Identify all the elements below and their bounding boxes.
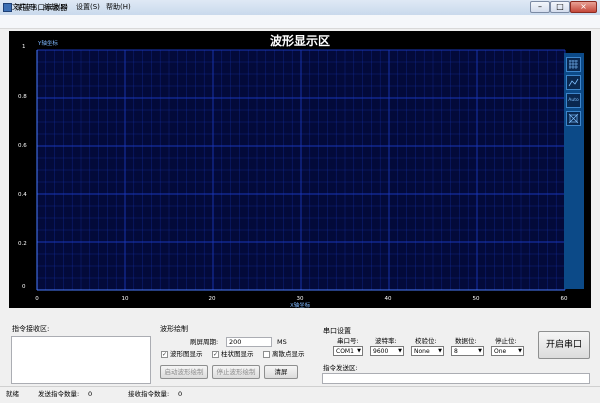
data-bits-label: 数据位: [455, 337, 477, 345]
wave-checkbox-label: 波形图显示 [170, 350, 203, 358]
chevron-down-icon: ▼ [518, 348, 522, 354]
port-select[interactable]: COM1 ▼ [333, 346, 363, 356]
stop-plot-button[interactable]: 停止波形绘制 [212, 365, 260, 379]
status-ready: 就绪 [6, 390, 19, 398]
close-button[interactable]: × [570, 1, 597, 13]
recv-count-label: 接收指令数量: [128, 390, 170, 398]
stop-bits-select[interactable]: One ▼ [491, 346, 524, 356]
discrete-checkbox[interactable] [263, 351, 270, 358]
waveform-group-label: 波形绘制 [160, 325, 188, 333]
menu-bar [0, 15, 600, 29]
data-bits-select[interactable]: 8 ▼ [451, 346, 484, 356]
baud-value: 9600 [373, 348, 389, 355]
y-tick-label: 0.6 [18, 143, 27, 149]
y-tick-label: 0.4 [18, 192, 27, 198]
parity-select[interactable]: None ▼ [411, 346, 444, 356]
baud-label: 波特率: [375, 337, 397, 345]
sent-count-value: 0 [88, 390, 93, 398]
bar-checkbox-label: 柱状图显示 [221, 350, 254, 358]
y-axis-name: Y轴坐标 [38, 41, 58, 47]
refresh-unit: MS [277, 338, 287, 346]
pattern-icon[interactable] [566, 111, 581, 126]
port-label: 串口号: [337, 337, 359, 345]
wave-checkbox[interactable]: ✓ [161, 351, 168, 358]
data-bits-value: 8 [454, 348, 458, 355]
maximize-button[interactable]: □ [550, 1, 570, 13]
chevron-down-icon: ▼ [438, 348, 442, 354]
recv-count-value: 0 [178, 390, 183, 398]
x-tick-label: 30 [296, 296, 304, 302]
start-plot-button[interactable]: 启动波形绘制 [160, 365, 208, 379]
x-tick-label: 10 [121, 296, 129, 302]
receive-label: 指令接收区: [12, 325, 50, 333]
clear-screen-button[interactable]: 清屏 [264, 365, 298, 379]
stop-bits-value: One [494, 348, 507, 355]
y-tick-label: 0.8 [18, 94, 27, 100]
x-tick-label: 60 [560, 296, 568, 302]
x-tick-label: 40 [384, 296, 392, 302]
x-axis-name: X轴坐标 [290, 303, 311, 309]
baud-select[interactable]: 9600 ▼ [370, 346, 404, 356]
x-tick-label: 50 [472, 296, 480, 302]
port-value: COM1 [336, 348, 354, 355]
discrete-checkbox-label: 离散点显示 [272, 350, 305, 358]
app-icon [3, 3, 12, 12]
chevron-down-icon: ▼ [398, 348, 402, 354]
auto-icon[interactable]: Auto [566, 93, 581, 108]
scope-title: 波形显示区 [269, 34, 330, 48]
open-port-button[interactable]: 开启串口 [538, 331, 590, 359]
send-label: 指令发送区: [323, 364, 358, 372]
refresh-input[interactable]: 200 [226, 337, 272, 347]
grid-icon[interactable] [566, 57, 581, 72]
menu-settings[interactable]: 设置(S) [76, 2, 100, 12]
chevron-down-icon: ▼ [478, 348, 482, 354]
refresh-label: 刷屏周期: [190, 338, 219, 346]
y-tick-label: 1 [22, 44, 26, 50]
chevron-down-icon: ▼ [357, 348, 361, 354]
sent-count-label: 发送指令数量: [38, 390, 80, 398]
menu-file[interactable]: 文件(F) [12, 2, 36, 12]
y-tick-label: 0 [22, 284, 26, 290]
waveform-plot[interactable] [9, 31, 591, 308]
parity-label: 校验位: [415, 337, 437, 345]
stop-bits-label: 停止位: [495, 337, 517, 345]
bar-checkbox[interactable]: ✓ [212, 351, 219, 358]
menu-help[interactable]: 帮助(H) [106, 2, 131, 12]
y-tick-label: 0.2 [18, 241, 27, 247]
receive-textarea[interactable] [11, 336, 151, 384]
x-tick-label: 0 [35, 296, 39, 302]
send-input[interactable] [322, 373, 590, 384]
serial-group-label: 串口设置 [323, 327, 351, 335]
minimize-button[interactable]: – [530, 1, 550, 13]
line-tool-icon[interactable] [566, 75, 581, 90]
x-tick-label: 20 [208, 296, 216, 302]
parity-value: None [414, 348, 430, 355]
menu-edit[interactable]: 编辑(E) [44, 2, 68, 12]
